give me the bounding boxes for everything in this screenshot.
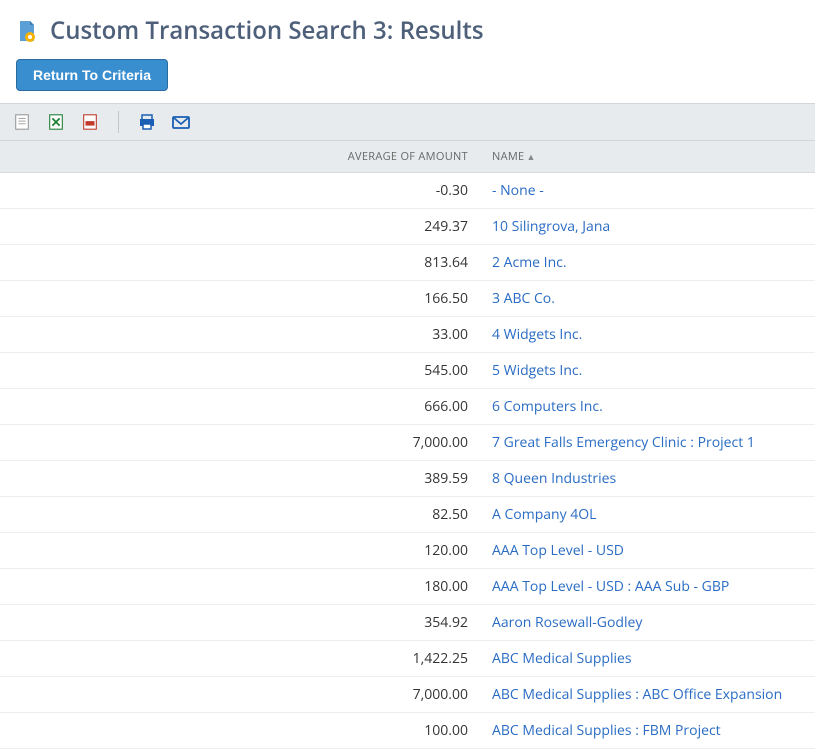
table-row: 33.00 4 Widgets Inc. (0, 317, 815, 353)
name-link[interactable]: 5 Widgets Inc. (492, 361, 582, 380)
return-to-criteria-button[interactable]: Return To Criteria (16, 59, 168, 91)
cell-name: ABC Medical Supplies (480, 641, 815, 677)
column-header-amount-label: Average of Amount (348, 149, 468, 164)
table-row: 100.00 ABC Medical Supplies : FBM Project (0, 713, 815, 749)
cell-amount: 82.50 (0, 497, 480, 533)
email-icon[interactable] (171, 112, 191, 132)
cell-name: ABC Medical Supplies : FBM Project (480, 713, 815, 749)
name-link[interactable]: A Company 4OL (492, 505, 596, 524)
table-row: 166.50 3 ABC Co. (0, 281, 815, 317)
cell-amount: 666.00 (0, 389, 480, 425)
table-row: 249.37 10 Silingrova, Jana (0, 209, 815, 245)
export-excel-icon[interactable] (46, 112, 66, 132)
cell-amount: 813.64 (0, 245, 480, 281)
cell-amount: 180.00 (0, 569, 480, 605)
cell-name: ABC Medical Supplies : ABC Office Expans… (480, 677, 815, 713)
name-link[interactable]: 3 ABC Co. (492, 289, 555, 308)
table-row: 1,422.25 ABC Medical Supplies (0, 641, 815, 677)
cell-amount: 354.92 (0, 605, 480, 641)
table-row: -0.30 - None - (0, 173, 815, 209)
sort-ascending-icon: ▲ (526, 150, 535, 163)
name-link[interactable]: 2 Acme Inc. (492, 253, 567, 272)
cell-name: 10 Silingrova, Jana (480, 209, 815, 245)
cell-name: 3 ABC Co. (480, 281, 815, 317)
export-csv-icon[interactable] (12, 112, 32, 132)
cell-amount: 249.37 (0, 209, 480, 245)
name-link[interactable]: ABC Medical Supplies : FBM Project (492, 721, 721, 740)
toolbar-divider (118, 111, 119, 133)
name-link[interactable]: ABC Medical Supplies (492, 649, 632, 668)
table-row: 7,000.00 7 Great Falls Emergency Clinic :… (0, 425, 815, 461)
table-row: 545.00 5 Widgets Inc. (0, 353, 815, 389)
name-link[interactable]: 6 Computers Inc. (492, 397, 603, 416)
cell-amount: 100.00 (0, 713, 480, 749)
cell-name: A Company 4OL (480, 497, 815, 533)
cell-name: AAA Top Level - USD : AAA Sub - GBP (480, 569, 815, 605)
cell-name: 2 Acme Inc. (480, 245, 815, 281)
print-icon[interactable] (137, 112, 157, 132)
name-link[interactable]: Aaron Rosewall-Godley (492, 613, 642, 632)
cell-amount: 7,000.00 (0, 677, 480, 713)
table-row: 7,000.00 ABC Medical Supplies : ABC Offic… (0, 677, 815, 713)
cell-name: 6 Computers Inc. (480, 389, 815, 425)
cell-amount: 120.00 (0, 533, 480, 569)
export-pdf-icon[interactable] (80, 112, 100, 132)
name-link[interactable]: AAA Top Level - USD : AAA Sub - GBP (492, 577, 729, 596)
table-row: 180.00 AAA Top Level - USD : AAA Sub - GB… (0, 569, 815, 605)
cell-amount: 7,000.00 (0, 425, 480, 461)
cell-amount: 1,422.25 (0, 641, 480, 677)
table-row: 82.50 A Company 4OL (0, 497, 815, 533)
cell-name: 4 Widgets Inc. (480, 317, 815, 353)
results-table: Average of Amount Name▲ -0.30 - None - 249… (0, 141, 815, 749)
cell-amount: 545.00 (0, 353, 480, 389)
table-row: 666.00 6 Computers Inc. (0, 389, 815, 425)
table-row: 813.64 2 Acme Inc. (0, 245, 815, 281)
name-link[interactable]: 10 Silingrova, Jana (492, 217, 610, 236)
action-button-row: Return To Criteria (0, 55, 815, 103)
page-header: Custom Transaction Search 3: Results (0, 0, 815, 55)
cell-amount: 389.59 (0, 461, 480, 497)
name-link[interactable]: 8 Queen Industries (492, 469, 616, 488)
cell-name: 8 Queen Industries (480, 461, 815, 497)
name-link[interactable]: 7 Great Falls Emergency Clinic : Project… (492, 433, 755, 452)
table-row: 354.92 Aaron Rosewall-Godley (0, 605, 815, 641)
table-row: 389.59 8 Queen Industries (0, 461, 815, 497)
cell-name: AAA Top Level - USD (480, 533, 815, 569)
cell-amount: 166.50 (0, 281, 480, 317)
cell-name: 5 Widgets Inc. (480, 353, 815, 389)
cell-name: 7 Great Falls Emergency Clinic : Project… (480, 425, 815, 461)
column-header-name-label: Name (492, 149, 524, 164)
column-header-amount[interactable]: Average of Amount (0, 141, 480, 173)
cell-amount: 33.00 (0, 317, 480, 353)
name-link[interactable]: - None - (492, 181, 544, 200)
search-results-icon (16, 19, 40, 43)
export-toolbar (0, 103, 815, 141)
cell-amount: -0.30 (0, 173, 480, 209)
name-link[interactable]: 4 Widgets Inc. (492, 325, 582, 344)
page-title: Custom Transaction Search 3: Results (50, 14, 484, 47)
column-header-name[interactable]: Name▲ (480, 141, 815, 173)
cell-name: - None - (480, 173, 815, 209)
table-row: 120.00 AAA Top Level - USD (0, 533, 815, 569)
name-link[interactable]: ABC Medical Supplies : ABC Office Expans… (492, 685, 782, 704)
name-link[interactable]: AAA Top Level - USD (492, 541, 624, 560)
cell-name: Aaron Rosewall-Godley (480, 605, 815, 641)
